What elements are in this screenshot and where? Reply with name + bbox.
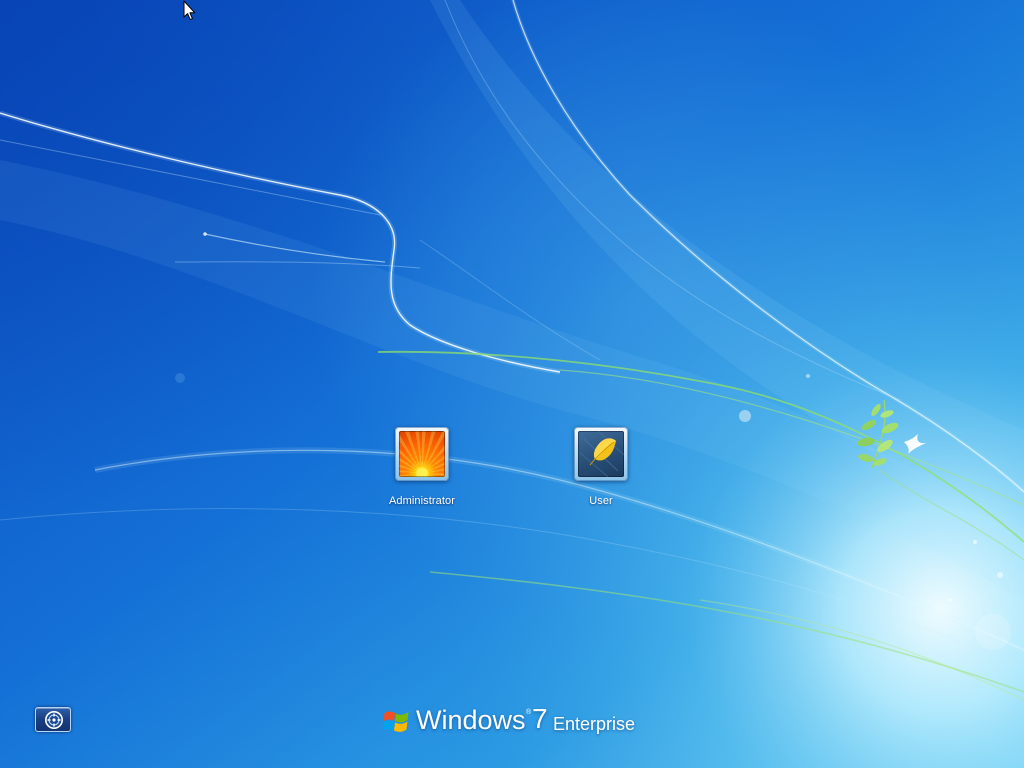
registered-mark: ® <box>526 709 532 716</box>
logon-screen: Administrator User Windows ® 7 Enterpris… <box>0 0 1024 768</box>
product-name: Windows <box>416 705 526 735</box>
product-edition: Enterprise <box>553 714 636 734</box>
yellow-leaf-account-picture-icon <box>578 431 624 477</box>
user-name-label: Administrator <box>388 495 456 507</box>
ease-of-access-button[interactable] <box>35 707 71 732</box>
account-picture-frame[interactable] <box>395 427 449 481</box>
user-tile-user[interactable]: User <box>541 427 661 511</box>
ease-of-access-icon <box>45 711 63 729</box>
user-tile-administrator[interactable]: Administrator <box>362 427 482 511</box>
windows-flag-logo-icon <box>383 711 409 732</box>
windows-branding: Windows ® 7 Enterprise <box>383 704 643 740</box>
orange-flower-account-picture-icon <box>399 431 445 477</box>
wallpaper <box>0 0 1024 768</box>
account-picture-frame[interactable] <box>574 427 628 481</box>
user-name-label: User <box>589 495 613 507</box>
product-version: 7 <box>532 703 548 734</box>
